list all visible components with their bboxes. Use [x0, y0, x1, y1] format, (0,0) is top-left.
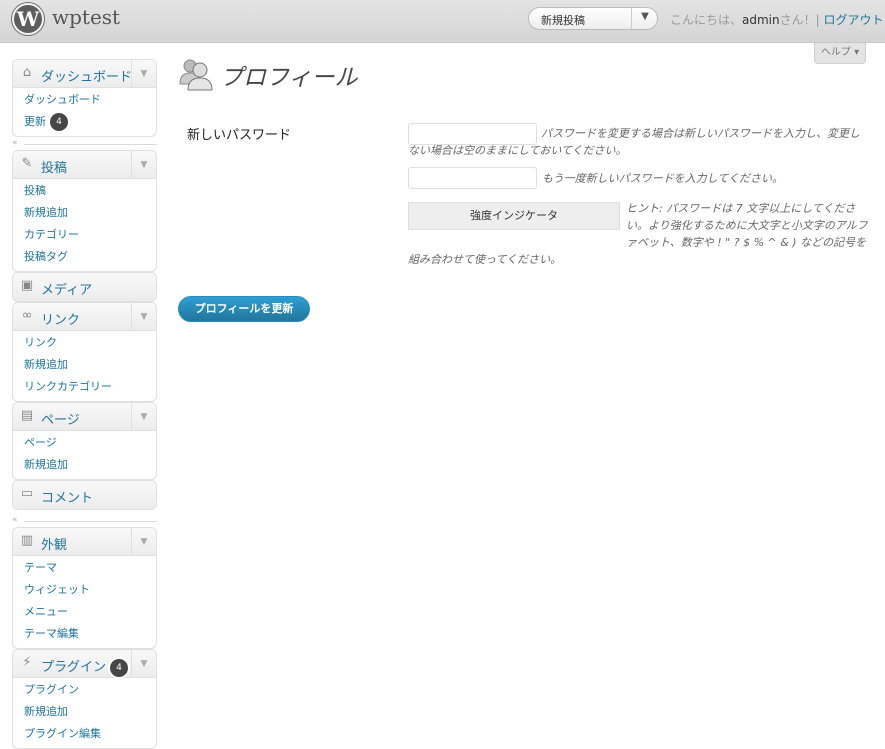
submenu-add-page[interactable]: 新規追加 [13, 454, 156, 476]
menu-toggle-icon[interactable]: ▼ [131, 650, 156, 678]
menu-plugins-text[interactable]: プラグイン [41, 660, 106, 675]
menu-group-media: ▣ メディア [12, 272, 157, 302]
menu-plugins-label[interactable]: プラグイン 4 [41, 656, 129, 677]
users-icon [179, 59, 213, 91]
submenu-pages[interactable]: ページ [13, 432, 156, 454]
new-password-label: 新しいパスワード [187, 128, 292, 143]
menu-appearance[interactable]: ▥ 外観 ▼ [13, 528, 156, 556]
submenu-theme-editor[interactable]: テーマ編集 [13, 623, 156, 645]
submenu-updates-label[interactable]: 更新 [24, 115, 46, 128]
chevron-down-icon[interactable]: ▼ [633, 11, 657, 22]
greeting-suffix: さん！| [779, 13, 824, 27]
site-title[interactable]: wptest [52, 5, 120, 29]
menu-appearance-label[interactable]: 外観 [41, 534, 67, 553]
menu-dashboard-label[interactable]: ダッシュボード [41, 66, 132, 85]
menu-group-appearance: ▥ 外観 ▼ テーマ ウィジェット メニュー テーマ編集 [12, 527, 157, 649]
menu-pages-label[interactable]: ページ [41, 409, 80, 428]
confirm-password-input[interactable] [408, 167, 537, 189]
submenu-themes[interactable]: テーマ [13, 557, 156, 579]
page-title: プロフィール [220, 65, 358, 91]
menu-plugins[interactable]: ⚡ プラグイン 4 ▼ [13, 650, 156, 678]
submenu-plugins[interactable]: プラグイン [13, 679, 156, 701]
favorite-divider [631, 8, 632, 29]
menu-toggle-icon[interactable]: ▼ [131, 60, 156, 88]
submenu-categories[interactable]: カテゴリー [13, 224, 156, 246]
update-count-badge: 4 [50, 113, 68, 131]
menu-links-label[interactable]: リンク [41, 309, 80, 328]
confirm-password-description: もう一度新しいパスワードを入力してください。 [542, 172, 784, 185]
menu-toggle-icon[interactable]: ▼ [131, 403, 156, 431]
menu-toggle-icon[interactable]: ▼ [131, 303, 156, 331]
plugin-update-badge: 4 [110, 658, 129, 677]
logout-link[interactable]: ログアウト [823, 13, 883, 27]
menu-group-pages: ▤ ページ ▼ ページ 新規追加 [12, 402, 157, 480]
submenu-posts[interactable]: 投稿 [13, 180, 156, 202]
menu-pages[interactable]: ▤ ページ ▼ [13, 403, 156, 431]
admin-header: W wptest 新規投稿 ▼ こんにちは、adminさん！| ログアウト [0, 0, 885, 43]
pushpin-icon: ✎ [21, 156, 33, 171]
menu-posts-label[interactable]: 投稿 [41, 157, 67, 176]
submenu-plugin-editor[interactable]: プラグイン編集 [13, 723, 156, 745]
submenu-link-categories[interactable]: リンクカテゴリー [13, 376, 156, 398]
menu-media-label[interactable]: メディア [41, 279, 92, 298]
submenu-dashboard[interactable]: ダッシュボード [13, 89, 156, 111]
separator-line [24, 521, 157, 522]
update-profile-button[interactable]: プロフィールを更新 [178, 296, 310, 322]
menu-dashboard[interactable]: ⌂ ダッシュボード ▼ [13, 60, 156, 88]
submenu-widgets[interactable]: ウィジェット [13, 579, 156, 601]
menu-group-dashboard: ⌂ ダッシュボード ▼ ダッシュボード 更新 4 [12, 59, 157, 137]
password-strength-indicator: 強度インジケータ [408, 202, 620, 230]
menu-group-comments: ▭ コメント [12, 480, 157, 510]
submenu-links[interactable]: リンク [13, 332, 156, 354]
favorite-actions-dropdown[interactable]: 新規投稿 ▼ [528, 7, 658, 30]
favorite-first-action[interactable]: 新規投稿 [541, 12, 585, 28]
menu-toggle-icon[interactable]: ▼ [131, 151, 156, 179]
camera-icon: ▣ [20, 278, 34, 293]
separator-line [24, 144, 157, 145]
greeting-prefix: こんにちは、 [670, 13, 743, 27]
menu-posts[interactable]: ✎ 投稿 ▼ [13, 151, 156, 179]
submenu-updates[interactable]: 更新 4 [13, 111, 156, 133]
menu-comments-label[interactable]: コメント [41, 487, 93, 506]
submenu-add-post[interactable]: 新規追加 [13, 202, 156, 224]
menu-separator[interactable]: « [12, 514, 157, 528]
link-icon: ∞ [21, 308, 33, 323]
user-greeting: こんにちは、adminさん！| ログアウト [670, 11, 884, 28]
submenu-add-plugin[interactable]: 新規追加 [13, 701, 156, 723]
submenu-tags[interactable]: 投稿タグ [13, 246, 156, 268]
help-tab[interactable]: ヘルプ ▾ [814, 43, 866, 64]
menu-toggle-icon[interactable]: ▼ [131, 528, 156, 556]
menu-comments[interactable]: ▭ コメント [13, 481, 156, 509]
menu-group-plugins: ⚡ プラグイン 4 ▼ プラグイン 新規追加 プラグイン編集 [12, 649, 157, 749]
comment-icon: ▭ [20, 486, 34, 501]
wordpress-logo-icon[interactable]: W [12, 3, 44, 35]
menu-links[interactable]: ∞ リンク ▼ [13, 303, 156, 331]
menu-group-posts: ✎ 投稿 ▼ 投稿 新規追加 カテゴリー 投稿タグ [12, 150, 157, 272]
page-icon: ▤ [20, 408, 34, 423]
menu-media[interactable]: ▣ メディア [13, 273, 156, 301]
menu-group-links: ∞ リンク ▼ リンク 新規追加 リンクカテゴリー [12, 302, 157, 402]
collapse-arrow-icon[interactable]: « [12, 515, 18, 525]
home-icon: ⌂ [22, 65, 32, 80]
admin-sidebar: ⌂ ダッシュボード ▼ ダッシュボード 更新 4 « ✎ 投稿 ▼ 投稿 新規追加… [12, 59, 157, 749]
collapse-arrow-icon[interactable]: « [12, 138, 18, 148]
profile-link[interactable]: admin [742, 13, 780, 27]
menu-separator[interactable]: « [12, 137, 157, 151]
submenu-menus[interactable]: メニュー [13, 601, 156, 623]
plug-icon: ⚡ [22, 655, 32, 670]
appearance-icon: ▥ [20, 533, 34, 548]
submenu-add-link[interactable]: 新規追加 [13, 354, 156, 376]
new-password-description: パスワードを変更する場合は新しいパスワードを入力し、変更しない場合は空のままにし… [408, 127, 860, 157]
